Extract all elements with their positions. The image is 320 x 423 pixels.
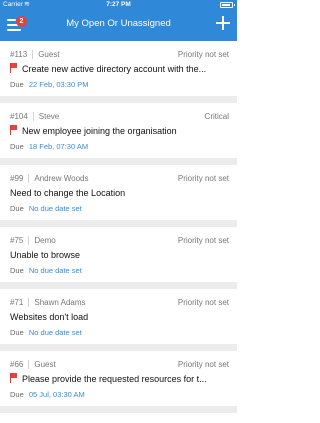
ticket-row[interactable]: #99 Andrew Woods Priority not set Need t… <box>0 165 237 220</box>
ticket-subject-row: Need to change the Location <box>10 187 229 200</box>
app-header: Carrier ≋ 7:27 PM 2 My Open Or Unassigne… <box>0 0 237 41</box>
page-title: My Open Or Unassigned <box>66 18 171 29</box>
due-label: Due <box>10 204 24 213</box>
ticket-subject: Unable to browse <box>10 250 81 260</box>
ticket-meta: #71 Shawn Adams Priority not set <box>10 297 229 309</box>
ticket-subject: Need to change the Location <box>10 188 126 198</box>
flag-icon <box>10 373 18 383</box>
due-value: No due date set <box>28 266 82 275</box>
divider <box>28 360 30 369</box>
ticket-priority: Priority not set <box>177 236 229 245</box>
ticket-due: Due No due date set <box>10 265 82 277</box>
ticket-subject-row: New employee joining the organisation <box>10 125 229 138</box>
ticket-due: Due 22 Feb, 03:30 PM <box>10 79 88 91</box>
ticket-priority: Priority not set <box>177 50 229 59</box>
status-time: 7:27 PM <box>106 1 131 8</box>
flag-icon <box>10 125 18 135</box>
ticket-id: #66 <box>10 360 24 369</box>
due-label: Due <box>10 328 24 337</box>
divider <box>28 236 30 245</box>
battery-icon <box>220 2 235 8</box>
ticket-meta: #66 Guest Priority not set <box>10 359 229 371</box>
due-label: Due <box>10 390 24 399</box>
ticket-subject-row: Websites don't load <box>10 311 229 324</box>
ticket-priority: Critical <box>204 112 229 121</box>
divider <box>28 298 30 307</box>
ticket-requester: Guest <box>38 50 60 59</box>
divider <box>32 50 34 59</box>
ticket-due: Due No due date set <box>10 327 82 339</box>
ticket-row[interactable]: #71 Shawn Adams Priority not set Website… <box>0 289 237 344</box>
ticket-subject-row: Unable to browse <box>10 249 229 262</box>
ticket-due: Due No due date set <box>10 203 82 215</box>
ticket-subject-row: Please provide the requested resources f… <box>10 373 229 386</box>
ticket-priority: Priority not set <box>177 360 229 369</box>
ticket-due: Due 05 Jul, 03:30 AM <box>10 389 85 401</box>
divider <box>32 112 34 121</box>
ticket-id: #71 <box>10 298 24 307</box>
ticket-requester: Shawn Adams <box>34 298 86 307</box>
ticket-meta: #104 Steve Critical <box>10 111 229 123</box>
add-ticket-button[interactable] <box>216 16 230 30</box>
due-value: No due date set <box>28 204 82 213</box>
due-label: Due <box>10 142 24 151</box>
ticket-subject: New employee joining the organisation <box>22 126 177 136</box>
ticket-row[interactable]: #113 Guest Priority not set Create new a… <box>0 41 237 96</box>
ticket-row[interactable]: #104 Steve Critical New employee joining… <box>0 103 237 158</box>
ticket-id: #99 <box>10 174 24 183</box>
ticket-meta: #99 Andrew Woods Priority not set <box>10 173 229 185</box>
ticket-priority: Priority not set <box>177 174 229 183</box>
ticket-meta: #75 Demo Priority not set <box>10 235 229 247</box>
status-bar: Carrier ≋ 7:27 PM <box>0 0 237 10</box>
due-label: Due <box>10 80 24 89</box>
due-value: No due date set <box>28 328 82 337</box>
ticket-id: #113 <box>10 50 28 59</box>
ticket-requester: Steve <box>38 112 60 121</box>
ticket-id: #104 <box>10 112 28 121</box>
ticket-meta: #113 Guest Priority not set <box>10 49 229 61</box>
due-value: 18 Feb, 07:30 AM <box>28 142 89 151</box>
ticket-subject: Websites don't load <box>10 312 89 322</box>
ticket-requester: Guest <box>34 360 56 369</box>
ticket-id: #75 <box>10 236 24 245</box>
divider <box>28 174 30 183</box>
due-value: 22 Feb, 03:30 PM <box>28 80 89 89</box>
ticket-subject: Please provide the requested resources f… <box>22 374 207 384</box>
ticket-subject: Create new active directory account with… <box>22 64 207 74</box>
ticket-subject-row: Create new active directory account with… <box>10 63 229 76</box>
ticket-requester: Andrew Woods <box>34 174 89 183</box>
ticket-row[interactable]: #75 Demo Priority not set Unable to brow… <box>0 227 237 282</box>
ticket-requester: Demo <box>34 236 56 245</box>
due-label: Due <box>10 266 24 275</box>
ticket-priority: Priority not set <box>177 298 229 307</box>
ticket-due: Due 18 Feb, 07:30 AM <box>10 141 88 153</box>
flag-icon <box>10 63 18 73</box>
due-value: 05 Jul, 03:30 AM <box>28 390 85 399</box>
ticket-list: #113 Guest Priority not set Create new a… <box>0 41 237 413</box>
ticket-row[interactable]: #66 Guest Priority not set Please provid… <box>0 351 237 406</box>
